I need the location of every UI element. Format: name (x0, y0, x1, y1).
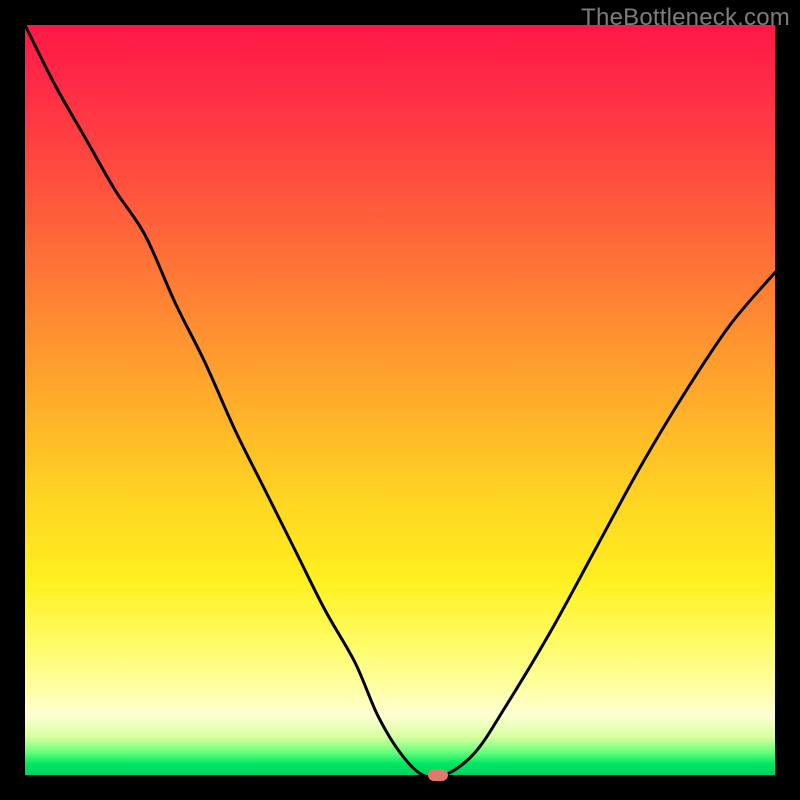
bottleneck-curve (25, 25, 775, 775)
watermark-text: TheBottleneck.com (581, 4, 790, 32)
optimum-marker (428, 769, 448, 781)
chart-frame: TheBottleneck.com (0, 0, 800, 800)
